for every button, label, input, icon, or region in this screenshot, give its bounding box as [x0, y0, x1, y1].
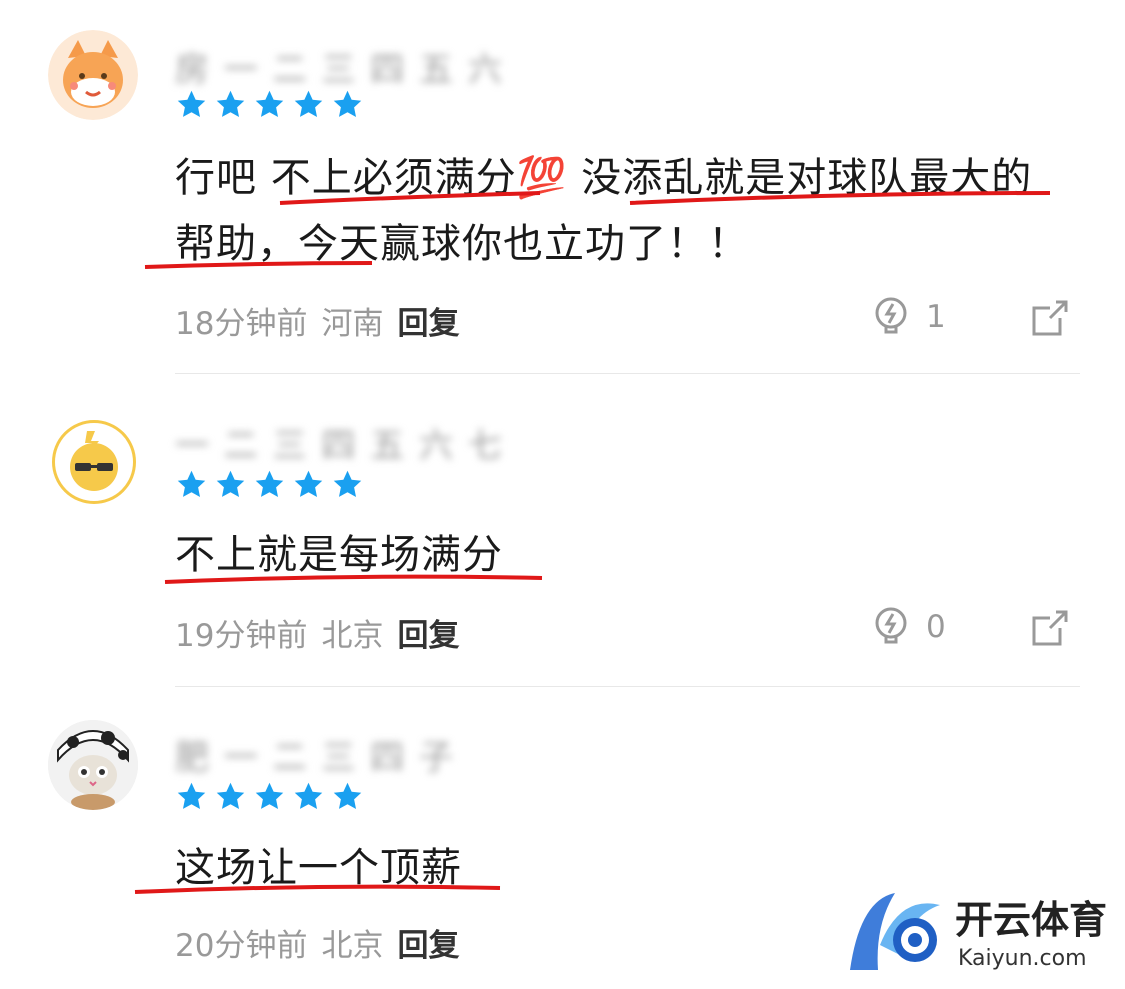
star-icon — [216, 470, 245, 498]
watermark-brand: 开云体育 — [955, 898, 1107, 942]
timestamp: 20分钟前 — [175, 928, 308, 964]
username[interactable]: 肥 一 二 三 四 子 — [175, 730, 455, 778]
star-icon — [177, 782, 206, 810]
like-count: 1 — [926, 299, 946, 335]
avatar[interactable] — [52, 420, 136, 504]
star-icon — [333, 470, 362, 498]
timestamp: 19分钟前 — [175, 618, 308, 654]
star-rating — [175, 88, 364, 121]
share-icon[interactable] — [1030, 298, 1070, 338]
like-button[interactable]: 0 — [872, 606, 946, 648]
star-icon — [255, 782, 284, 810]
star-icon — [294, 470, 323, 498]
username[interactable]: 一 二 三 四 五 六 七 — [175, 418, 504, 466]
star-icon — [294, 782, 323, 810]
star-icon — [255, 90, 284, 118]
location: 河南 — [321, 306, 384, 342]
comment-meta: 20分钟前 北京 回复 — [175, 920, 459, 965]
reply-button[interactable]: 回复 — [397, 610, 459, 655]
avatar[interactable] — [48, 720, 138, 810]
lightbulb-icon — [875, 297, 907, 334]
star-rating — [175, 468, 364, 501]
divider — [175, 373, 1080, 374]
location: 北京 — [321, 618, 384, 654]
like-count: 0 — [926, 609, 946, 645]
watermark-domain: Kaiyun.com — [958, 946, 1087, 971]
avatar[interactable] — [48, 30, 138, 120]
comment-meta: 18分钟前 河南 回复 — [175, 298, 459, 343]
star-icon — [333, 782, 362, 810]
star-rating — [175, 780, 364, 813]
share-icon[interactable] — [1030, 608, 1070, 648]
username[interactable]: 房 一 二 三 四 五 六 — [175, 42, 504, 90]
star-icon — [216, 782, 245, 810]
watermark-logo: 开云体育 Kaiyun.com — [840, 885, 1110, 980]
star-icon — [333, 90, 362, 118]
timestamp: 18分钟前 — [175, 306, 308, 342]
lightbulb-icon — [875, 607, 907, 644]
reply-button[interactable]: 回复 — [397, 298, 459, 343]
star-icon — [216, 90, 245, 118]
reply-button[interactable]: 回复 — [397, 920, 459, 965]
comment-text: 不上就是每场满分 — [175, 532, 503, 578]
location: 北京 — [321, 928, 384, 964]
star-icon — [177, 470, 206, 498]
comment-text: 行吧 不上必须满分💯 没添乱就是对球队最大的帮助，今天赢球你也立功了！！ — [175, 155, 1033, 267]
divider — [175, 686, 1080, 687]
star-icon — [177, 90, 206, 118]
star-icon — [255, 470, 284, 498]
comment-meta: 19分钟前 北京 回复 — [175, 610, 459, 655]
like-button[interactable]: 1 — [872, 296, 946, 338]
star-icon — [294, 90, 323, 118]
